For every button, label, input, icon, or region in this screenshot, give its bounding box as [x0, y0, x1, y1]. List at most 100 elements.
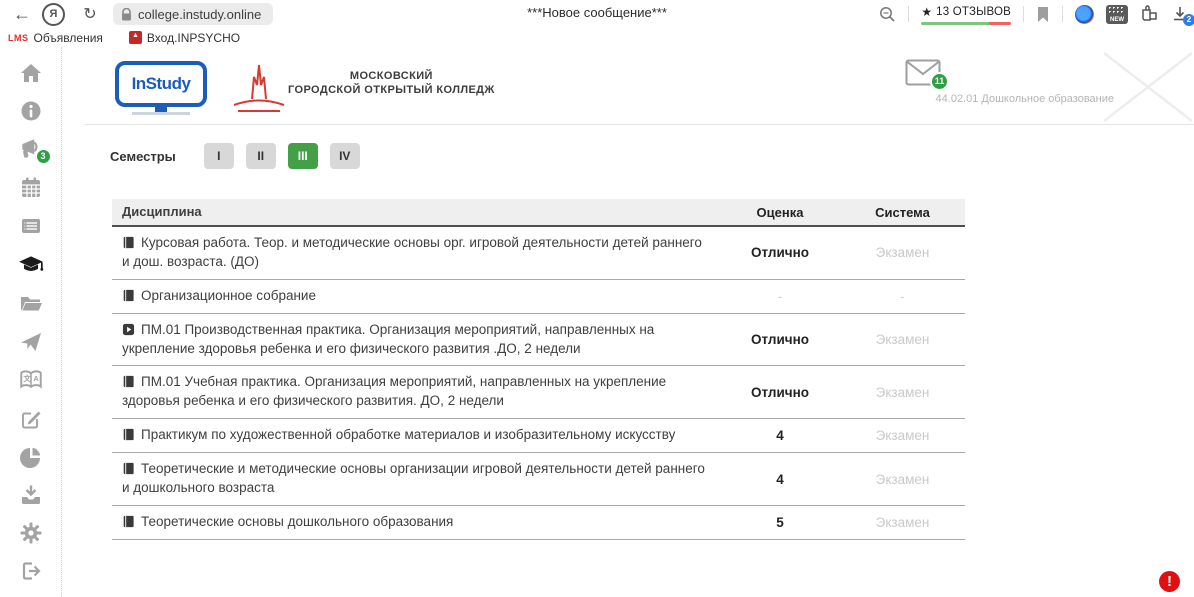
- table-row[interactable]: Теоретические и методические основы орга…: [112, 453, 965, 506]
- extension-new-icon[interactable]: NEW: [1106, 5, 1128, 24]
- sidebar-item-grades[interactable]: [17, 252, 45, 278]
- page: ← Я ↻ college.instudy.online ***Новое со…: [0, 0, 1194, 597]
- system-value: Экзамен: [840, 385, 965, 400]
- inpsycho-favicon: [129, 31, 142, 44]
- table-row[interactable]: ПМ.01 Производственная практика. Организ…: [112, 314, 965, 367]
- grade-value: 4: [720, 472, 840, 487]
- sidebar-item-files[interactable]: [19, 291, 43, 316]
- college-emblem-icon: [230, 59, 288, 115]
- sidebar-item-messages[interactable]: [19, 329, 43, 354]
- yandex-home-button[interactable]: Я: [42, 3, 65, 26]
- graduation-cap-icon: [17, 252, 45, 278]
- grade-value: Отлично: [720, 332, 840, 347]
- column-grade: Оценка: [720, 205, 840, 220]
- book-icon: [122, 289, 135, 302]
- translate-book-icon: A文: [18, 367, 44, 393]
- mail-button[interactable]: 11: [905, 59, 941, 86]
- sidebar-item-downloads[interactable]: [19, 483, 43, 508]
- discipline-title: Организационное собрание: [141, 288, 316, 303]
- book-icon: [122, 236, 135, 249]
- discipline-title: ПМ.01 Учебная практика. Организация меро…: [122, 374, 666, 408]
- tab-title: ***Новое сообщение***: [527, 5, 667, 20]
- bookmarks-bar: LMS Объявления Вход.INPSYCHO: [0, 28, 1194, 48]
- grade-value: -: [720, 289, 840, 304]
- separator: [1023, 6, 1024, 22]
- home-icon: [19, 61, 43, 85]
- table-row[interactable]: ПМ.01 Учебная практика. Организация меро…: [112, 366, 965, 419]
- semester-switcher: Семестры I II III IV: [110, 143, 372, 169]
- svg-text:文: 文: [23, 373, 31, 383]
- table-row[interactable]: Практикум по художественной обработке ма…: [112, 419, 965, 453]
- search-icon[interactable]: [879, 6, 896, 23]
- bookmark-label: Вход.INPSYCHO: [147, 31, 240, 45]
- table-row[interactable]: Курсовая работа. Теор. и методические ос…: [112, 227, 965, 280]
- sidebar-item-schedule[interactable]: [19, 214, 43, 239]
- sidebar-item-home[interactable]: [19, 60, 43, 85]
- discipline-title: Практикум по художественной обработке ма…: [141, 427, 675, 442]
- system-value: Экзамен: [840, 428, 965, 443]
- sidebar-item-settings[interactable]: [19, 521, 43, 546]
- lock-icon: [121, 8, 132, 21]
- semester-tab-3[interactable]: III: [288, 143, 318, 169]
- semester-tab-1[interactable]: I: [204, 143, 234, 169]
- info-icon: [19, 99, 43, 123]
- table-row[interactable]: Теоретические основы дошкольного образов…: [112, 506, 965, 540]
- logo-stand-base: [132, 112, 190, 115]
- table-header-row: Дисциплина Оценка Система: [112, 199, 965, 227]
- sidebar-panel-icon[interactable]: [1140, 5, 1160, 23]
- sidebar-item-translate[interactable]: A文: [18, 367, 44, 393]
- sidebar-item-compose[interactable]: [19, 406, 43, 431]
- instudy-logo-text: InStudy: [132, 74, 191, 94]
- svg-text:A: A: [33, 374, 39, 383]
- column-system: Система: [840, 205, 965, 220]
- address-bar[interactable]: college.instudy.online: [113, 3, 273, 25]
- sidebar-item-statistics[interactable]: [19, 444, 43, 469]
- refresh-button[interactable]: ↻: [79, 4, 101, 24]
- edit-icon: [19, 407, 43, 431]
- table-row[interactable]: Организационное собрание - -: [112, 280, 965, 314]
- semester-tab-4[interactable]: IV: [330, 143, 360, 169]
- book-icon: [122, 462, 135, 475]
- downloads-button[interactable]: 2: [1172, 6, 1188, 22]
- semester-tab-2[interactable]: II: [246, 143, 276, 169]
- star-icon: ★: [921, 5, 932, 19]
- pie-chart-icon: [19, 445, 43, 469]
- main-content: InStudy МОСКОВСКИЙ ГОРОДСКОЙ ОТКРЫТЫЙ КО…: [62, 47, 1194, 597]
- mail-badge: 11: [930, 72, 949, 91]
- grade-value: 4: [720, 428, 840, 443]
- calendar-icon: [19, 176, 43, 200]
- extension-avatar-icon[interactable]: [1075, 5, 1094, 24]
- college-name-line2: ГОРОДСКОЙ ОТКРЫТЫЙ КОЛЛЕДЖ: [288, 83, 495, 97]
- logout-icon: [19, 559, 43, 583]
- send-icon: [19, 330, 43, 354]
- reviews-button[interactable]: ★ 13 отзывов: [921, 5, 1011, 23]
- bookmark-announcements[interactable]: LMS Объявления: [8, 31, 103, 45]
- bookmark-label: Объявления: [34, 31, 103, 45]
- book-icon: [122, 515, 135, 528]
- sidebar: 3 A文: [0, 47, 62, 597]
- system-value: Экзамен: [840, 472, 965, 487]
- lms-favicon: LMS: [8, 33, 29, 43]
- grades-table: Дисциплина Оценка Система Курсовая работ…: [112, 199, 965, 540]
- downloads-badge: 2: [1183, 14, 1194, 26]
- college-name: МОСКОВСКИЙ ГОРОДСКОЙ ОТКРЫТЫЙ КОЛЛЕДЖ: [288, 69, 495, 97]
- system-value: Экзамен: [840, 515, 965, 530]
- list-card-icon: [19, 214, 43, 238]
- discipline-title: Теоретические и методические основы орга…: [122, 461, 705, 495]
- program-label: 44.02.01 Дошкольное образование: [936, 93, 1114, 105]
- system-value: Экзамен: [840, 332, 965, 347]
- alert-notification-icon[interactable]: !: [1159, 571, 1180, 592]
- discipline-title: Теоретические основы дошкольного образов…: [141, 514, 453, 529]
- book-icon: [122, 428, 135, 441]
- bookmark-inpsycho[interactable]: Вход.INPSYCHO: [129, 31, 240, 45]
- sidebar-item-logout[interactable]: [19, 559, 43, 584]
- bookmark-icon[interactable]: [1036, 6, 1050, 23]
- sidebar-item-info[interactable]: [19, 98, 43, 123]
- crown-pattern: [1109, 7, 1125, 13]
- separator: [908, 6, 909, 22]
- back-button[interactable]: ←: [10, 4, 34, 25]
- sidebar-item-calendar[interactable]: [19, 175, 43, 200]
- sidebar-item-announcements[interactable]: 3: [18, 136, 44, 162]
- instudy-logo[interactable]: InStudy: [115, 61, 207, 115]
- grade-value: Отлично: [720, 245, 840, 260]
